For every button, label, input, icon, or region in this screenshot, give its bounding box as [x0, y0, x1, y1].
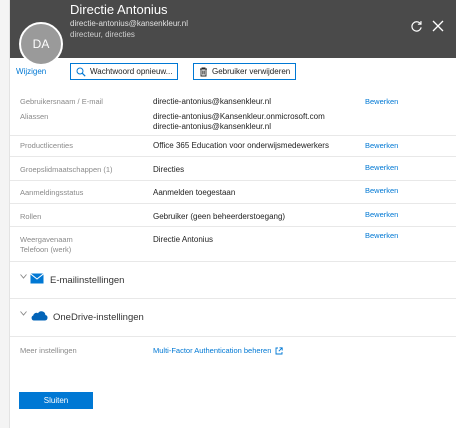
close-icon — [432, 20, 444, 32]
external-link-icon — [275, 346, 284, 354]
edit-display-name-link[interactable]: Bewerken — [365, 231, 398, 240]
email-settings-section[interactable]: E-mailinstellingen — [10, 262, 456, 299]
reset-password-label: Wachtwoord opnieuw... — [90, 67, 173, 76]
licenses-value: Office 365 Education voor onderwijsmedew… — [153, 141, 329, 150]
user-email: directie-antonius@kansenkleur.nl — [70, 19, 188, 28]
more-settings-label: Meer instellingen — [20, 346, 77, 355]
left-page-strip — [0, 0, 10, 428]
display-name-label: Weergavenaam — [20, 235, 73, 244]
mail-icon — [30, 273, 44, 284]
user-display-name: Directie Antonius — [70, 2, 168, 17]
chevron-down-icon — [20, 274, 27, 279]
edit-roles-link[interactable]: Bewerken — [365, 210, 398, 219]
alias-value-1: directie-antonius@Kansenkleur.onmicrosof… — [153, 112, 325, 121]
signin-value: Aanmelden toegestaan — [153, 188, 236, 197]
edit-signin-link[interactable]: Bewerken — [365, 186, 398, 195]
refresh-button[interactable] — [408, 18, 424, 34]
reset-password-button[interactable]: Wachtwoord opnieuw... — [70, 63, 179, 80]
groups-value: Directies — [153, 165, 185, 174]
licenses-label: Productlicenties — [20, 141, 73, 150]
edit-user-link[interactable]: Wijzigen — [16, 67, 46, 76]
roles-row: Rollen Gebruiker (geen beheerderstoegang… — [10, 204, 456, 227]
close-panel-button[interactable]: Sluiten — [19, 392, 93, 409]
work-phone-label: Telefoon (werk) — [20, 245, 72, 254]
onedrive-cloud-icon — [31, 311, 48, 321]
toolbar: Wijzigen Wachtwoord opnieuw... Gebruiker… — [10, 62, 456, 84]
user-details-panel: DA Directie Antonius directie-antonius@k… — [10, 0, 456, 428]
edit-licenses-link[interactable]: Bewerken — [365, 141, 398, 150]
refresh-icon — [410, 20, 422, 32]
delete-user-button[interactable]: Gebruiker verwijderen — [193, 63, 297, 80]
mfa-manage-link[interactable]: Multi-Factor Authentication beheren — [153, 346, 284, 355]
groups-row: Groepslidmaatschappen (1) Directies Bewe… — [10, 157, 456, 181]
chevron-down-icon — [20, 311, 27, 316]
avatar: DA — [19, 22, 63, 66]
mfa-link-label: Multi-Factor Authentication beheren — [153, 346, 272, 355]
signin-label: Aanmeldingsstatus — [20, 188, 84, 197]
signin-row: Aanmeldingsstatus Aanmelden toegestaan B… — [10, 181, 456, 204]
roles-label: Rollen — [20, 212, 42, 221]
aliases-label: Aliassen — [20, 112, 49, 121]
username-value: directie-antonius@kansenkleur.nl — [153, 97, 271, 106]
display-name-row: Weergavenaam Telefoon (werk) Directie An… — [10, 227, 456, 262]
roles-value: Gebruiker (geen beheerderstoegang) — [153, 212, 286, 221]
edit-groups-link[interactable]: Bewerken — [365, 163, 398, 172]
search-key-icon — [76, 67, 86, 77]
panel-header: DA Directie Antonius directie-antonius@k… — [10, 0, 456, 66]
delete-user-label: Gebruiker verwijderen — [212, 67, 291, 76]
user-roles: directeur, directies — [70, 30, 135, 39]
edit-username-link[interactable]: Bewerken — [365, 97, 398, 106]
email-settings-title: E-mailinstellingen — [50, 275, 125, 286]
username-row: Gebruikersnaam / E-mail directie-antoniu… — [10, 92, 456, 136]
groups-label: Groepslidmaatschappen (1) — [20, 165, 113, 174]
display-name-value: Directie Antonius — [153, 235, 214, 244]
onedrive-settings-title: OneDrive-instellingen — [53, 312, 144, 323]
alias-value-2: directie-antonius@kansenkleur.nl — [153, 122, 271, 131]
close-button[interactable] — [430, 18, 446, 34]
trash-icon — [200, 67, 207, 76]
onedrive-settings-section[interactable]: OneDrive-instellingen — [10, 299, 456, 337]
licenses-row: Productlicenties Office 365 Education vo… — [10, 136, 456, 157]
username-label: Gebruikersnaam / E-mail — [20, 97, 103, 106]
